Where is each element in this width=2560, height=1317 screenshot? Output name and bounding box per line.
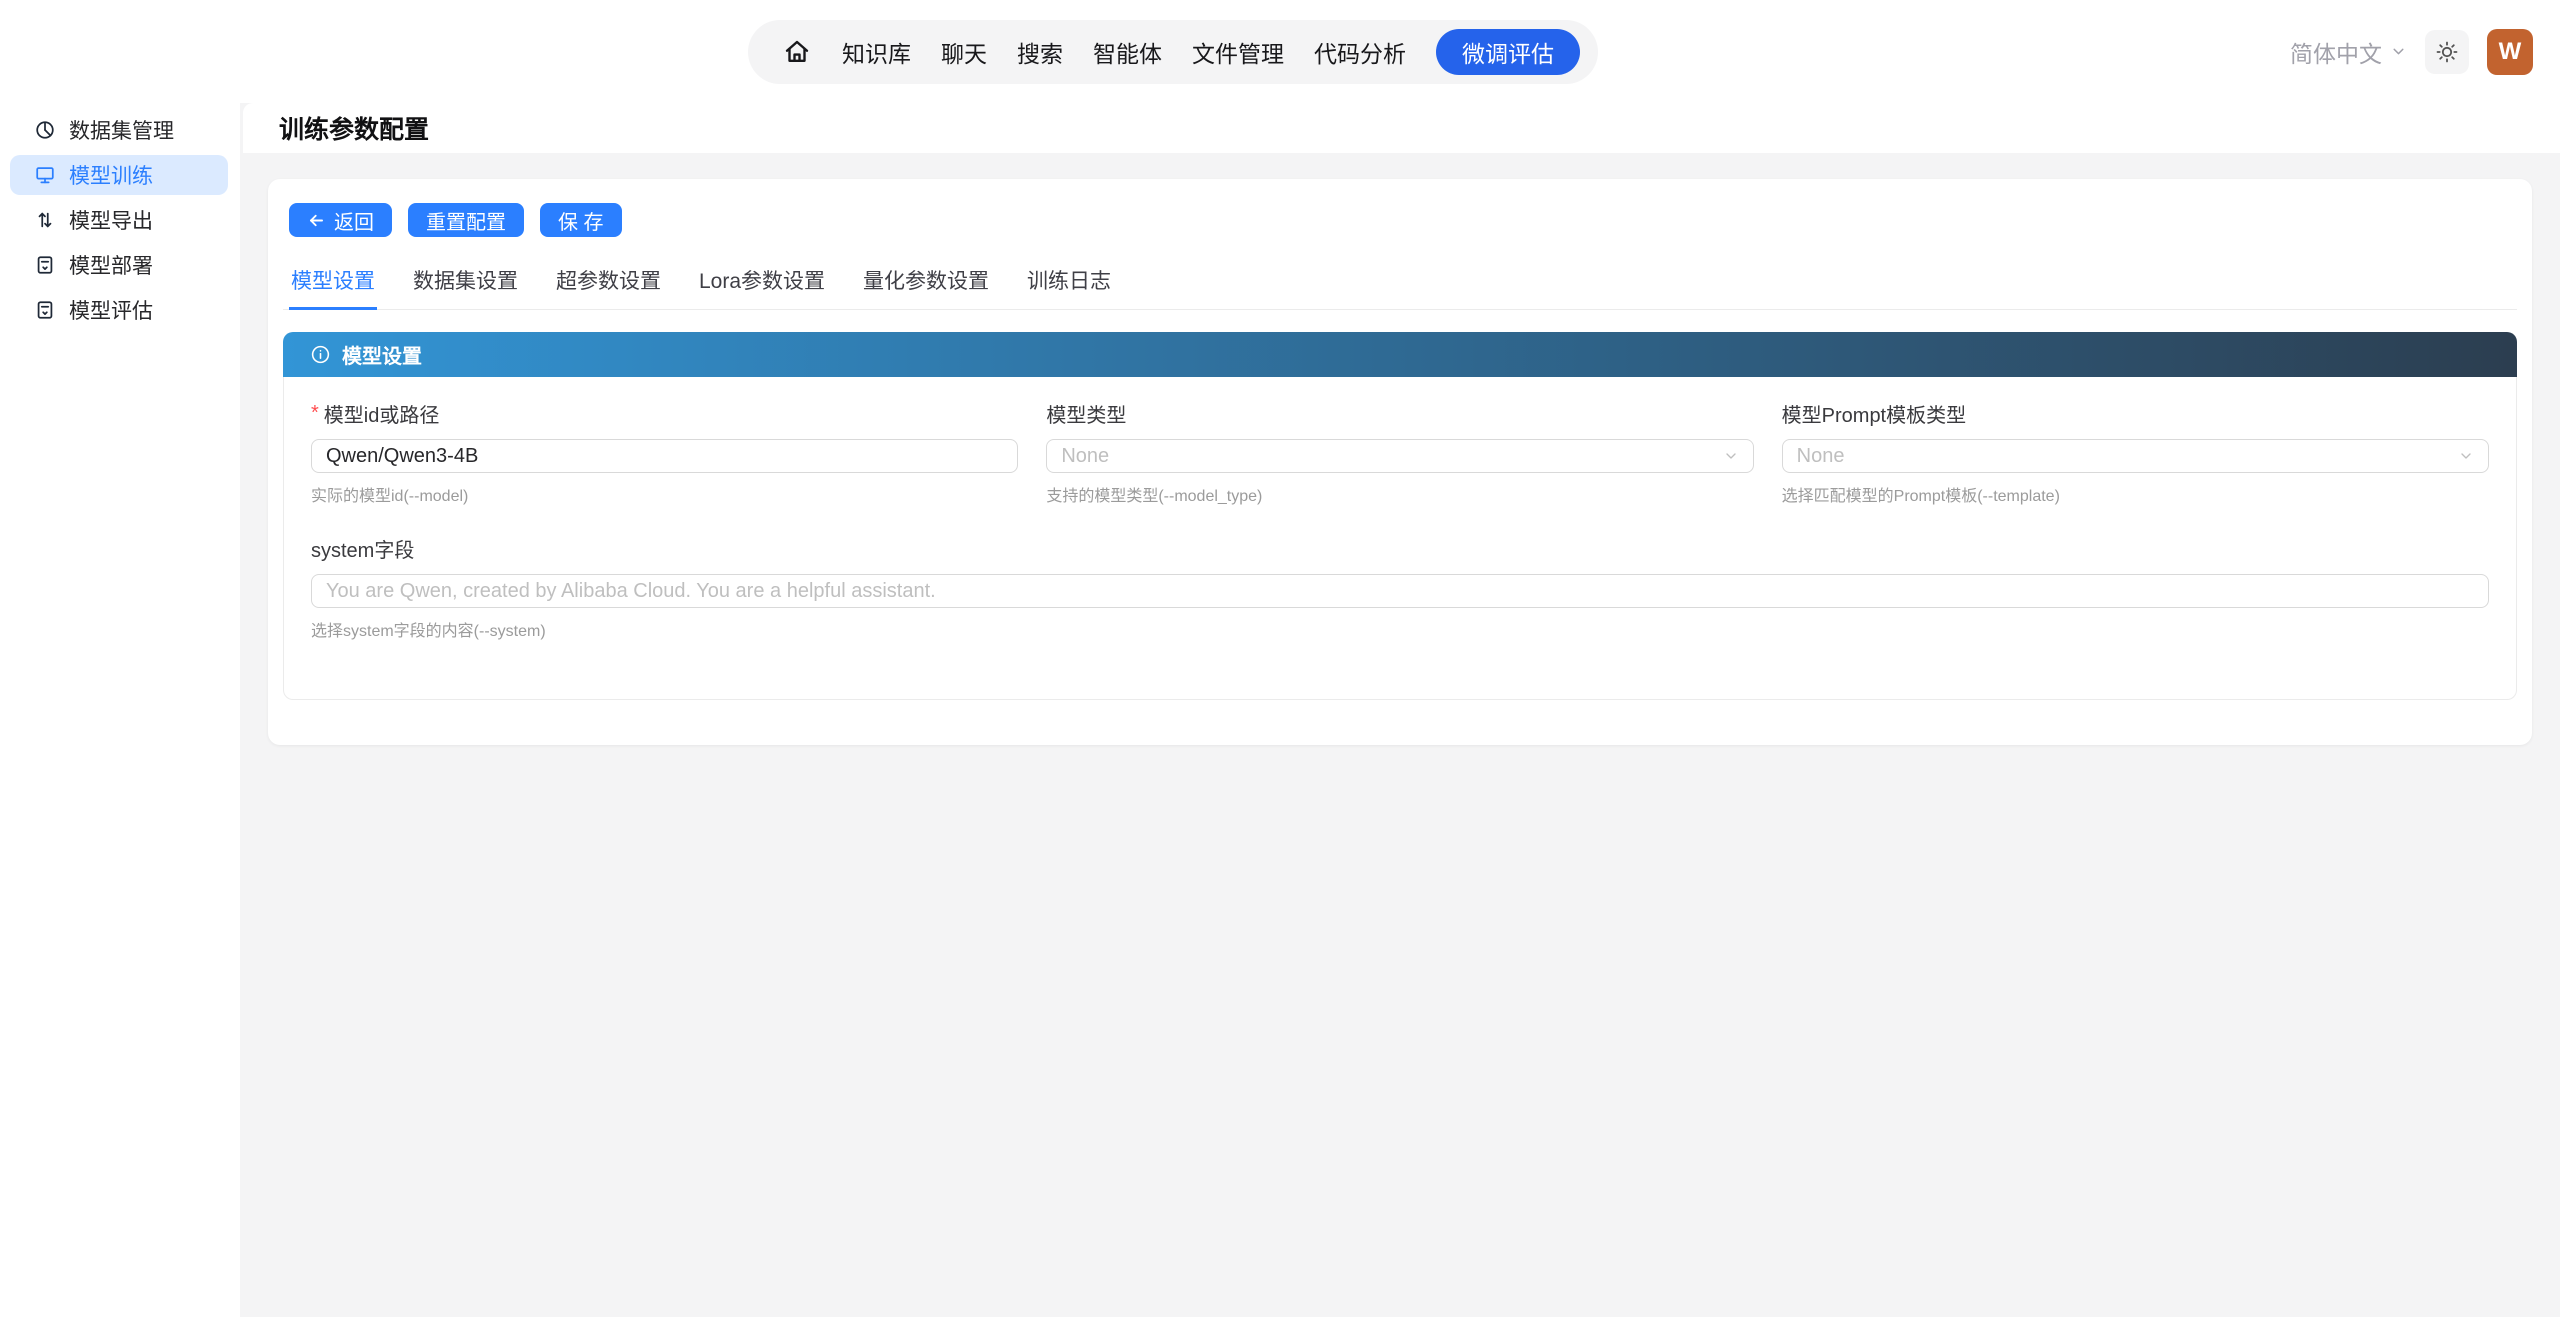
- field-label-text: 模型类型: [1046, 405, 1127, 427]
- field-label-text: 模型Prompt模板类型: [1781, 405, 1967, 427]
- field-label-text: system字段: [311, 540, 415, 562]
- nav-item-chat[interactable]: 聊天: [941, 35, 987, 69]
- field-helper: 选择system字段的内容(--system): [311, 623, 546, 640]
- pie-chart-icon: [34, 119, 56, 141]
- sidebar-item-model-deployment[interactable]: 模型部署: [10, 245, 228, 285]
- required-asterisk: *: [311, 402, 319, 424]
- nav-item-file-management[interactable]: 文件管理: [1192, 35, 1284, 69]
- nav-item-code-analysis[interactable]: 代码分析: [1314, 35, 1406, 69]
- panel-header: 模型设置: [283, 332, 2517, 377]
- document-icon: [34, 254, 56, 276]
- tab-lora-settings[interactable]: Lora参数设置: [697, 259, 827, 310]
- tab-training-logs[interactable]: 训练日志: [1025, 259, 1113, 310]
- system-field-input[interactable]: [311, 574, 2489, 608]
- panel-body: * 模型id或路径 实际的模型id(--model) 模型类型 None: [283, 377, 2517, 700]
- field-helper: 选择匹配模型的Prompt模板(--template): [1781, 488, 2060, 505]
- model-type-select[interactable]: None: [1046, 439, 1754, 473]
- field-model-id: * 模型id或路径 实际的模型id(--model): [311, 399, 1019, 506]
- page-title: 训练参数配置: [279, 116, 430, 144]
- chevron-down-icon: [2458, 448, 2474, 464]
- theme-toggle-button[interactable]: [2425, 29, 2469, 74]
- field-label-text: 模型id或路径: [323, 405, 440, 427]
- arrow-left-icon: [307, 211, 326, 230]
- top-bar: 知识库 聊天 搜索 智能体 文件管理 代码分析 微调评估 简体中文 W: [0, 0, 2560, 103]
- sidebar-item-label: 数据集管理: [69, 120, 174, 143]
- panel-header-title: 模型设置: [342, 346, 422, 368]
- field-label: * 模型id或路径: [311, 399, 1018, 428]
- save-button[interactable]: 保 存: [540, 203, 622, 237]
- monitor-icon: [34, 164, 56, 186]
- home-icon: [782, 37, 812, 67]
- back-button[interactable]: 返回: [289, 203, 392, 237]
- select-placeholder: None: [1061, 444, 1110, 467]
- model-id-input[interactable]: [311, 439, 1019, 473]
- chevron-down-icon: [1723, 448, 1739, 464]
- prompt-template-select[interactable]: None: [1781, 439, 2489, 473]
- field-prompt-template: 模型Prompt模板类型 None 选择匹配模型的Prompt模板(--temp…: [1781, 399, 2489, 506]
- sun-icon: [2435, 40, 2459, 64]
- user-avatar[interactable]: W: [2487, 28, 2533, 75]
- nav-item-finetune-eval-active[interactable]: 微调评估: [1436, 29, 1580, 75]
- nav-item-knowledge-base[interactable]: 知识库: [842, 35, 911, 69]
- sidebar-item-label: 模型部署: [69, 255, 153, 278]
- language-label: 简体中文: [2290, 40, 2382, 67]
- sidebar-item-model-export[interactable]: 模型导出: [10, 200, 228, 240]
- sidebar-item-label: 模型评估: [69, 300, 153, 323]
- select-placeholder: None: [1796, 444, 1845, 467]
- top-right-controls: 简体中文 W: [2290, 0, 2533, 103]
- form-row-1: * 模型id或路径 实际的模型id(--model) 模型类型 None: [311, 399, 2489, 506]
- tab-dataset-settings[interactable]: 数据集设置: [411, 259, 520, 310]
- field-label: 模型Prompt模板类型: [1782, 399, 2489, 428]
- tab-bar: 模型设置 数据集设置 超参数设置 Lora参数设置 量化参数设置 训练日志: [283, 259, 2517, 310]
- nav-item-agent[interactable]: 智能体: [1093, 35, 1162, 69]
- model-settings-panel: 模型设置 * 模型id或路径 实际的模型id(--model): [283, 332, 2517, 700]
- field-label: system字段: [311, 534, 2489, 563]
- sidebar-item-label: 模型训练: [69, 165, 153, 188]
- tab-model-settings[interactable]: 模型设置: [289, 259, 377, 310]
- field-helper: 实际的模型id(--model): [311, 488, 469, 505]
- toolbar: 返回 重置配置 保 存: [283, 203, 2517, 237]
- document-icon: [34, 299, 56, 321]
- main-content: 训练参数配置 返回 重置配置 保 存 模型设置 数据集设置 超参数设置 Lora…: [240, 103, 2560, 1317]
- language-selector[interactable]: 简体中文: [2290, 35, 2407, 69]
- main-nav: 知识库 聊天 搜索 智能体 文件管理 代码分析 微调评估: [748, 20, 1598, 84]
- field-label: 模型类型: [1046, 399, 1753, 428]
- home-button[interactable]: [782, 37, 812, 67]
- title-bar: 训练参数配置: [243, 103, 2560, 153]
- export-arrows-icon: [34, 209, 56, 231]
- app-layout: 数据集管理 模型训练 模型导出 模型部署 模型评估 训练参数配置 返回 重置配置…: [0, 103, 2560, 1317]
- config-card: 返回 重置配置 保 存 模型设置 数据集设置 超参数设置 Lora参数设置 量化…: [268, 179, 2532, 745]
- sidebar-item-dataset-management[interactable]: 数据集管理: [10, 110, 228, 150]
- form-row-2: system字段 选择system字段的内容(--system): [311, 534, 2489, 641]
- tab-hyperparameter-settings[interactable]: 超参数设置: [554, 259, 663, 310]
- sidebar-item-model-training[interactable]: 模型训练: [10, 155, 228, 195]
- info-icon: [310, 344, 331, 365]
- field-model-type: 模型类型 None 支持的模型类型(--model_type): [1046, 399, 1754, 506]
- sidebar-item-label: 模型导出: [69, 210, 153, 233]
- back-button-label: 返回: [334, 211, 374, 234]
- tab-quantization-settings[interactable]: 量化参数设置: [861, 259, 991, 310]
- field-helper: 支持的模型类型(--model_type): [1046, 488, 1263, 505]
- nav-item-search[interactable]: 搜索: [1017, 35, 1063, 69]
- chevron-down-icon: [2390, 43, 2407, 60]
- sidebar: 数据集管理 模型训练 模型导出 模型部署 模型评估: [0, 103, 240, 1317]
- sidebar-item-model-evaluation[interactable]: 模型评估: [10, 290, 228, 330]
- field-system: system字段 选择system字段的内容(--system): [311, 534, 2489, 641]
- reset-config-button[interactable]: 重置配置: [408, 203, 524, 237]
